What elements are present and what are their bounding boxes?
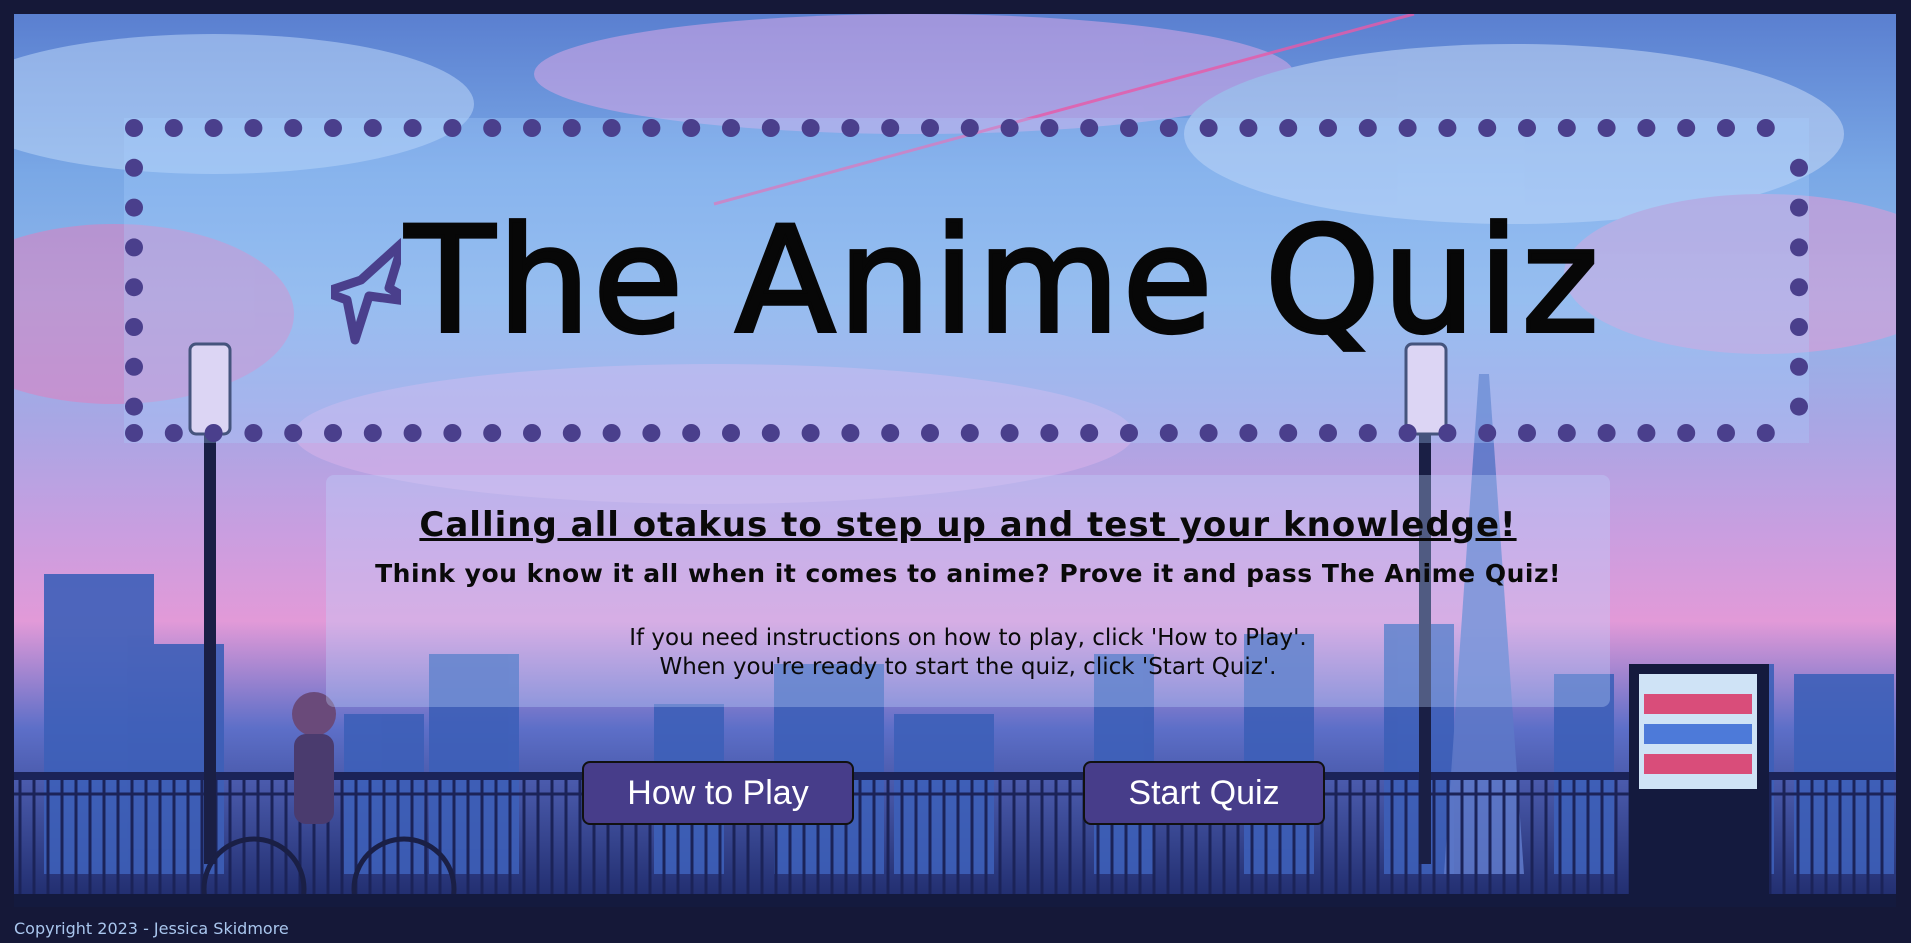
background-scene: The Anime Quiz Calling all otakus to ste… — [14, 14, 1896, 907]
page-title: The Anime Quiz — [403, 195, 1602, 366]
intro-subline: Think you know it all when it comes to a… — [375, 559, 1561, 588]
copyright-footer: Copyright 2023 - Jessica Skidmore — [14, 919, 289, 938]
intro-panel: Calling all otakus to step up and test y… — [326, 475, 1610, 707]
instructions-text: If you need instructions on how to play,… — [326, 624, 1610, 682]
instruction-line-2: When you're ready to start the quiz, cli… — [659, 654, 1277, 680]
start-quiz-button[interactable]: Start Quiz — [1083, 761, 1325, 825]
how-to-play-button[interactable]: How to Play — [582, 761, 854, 825]
intro-headline: Calling all otakus to step up and test y… — [419, 505, 1517, 545]
title-banner: The Anime Quiz — [124, 118, 1809, 443]
instruction-line-1: If you need instructions on how to play,… — [629, 625, 1307, 651]
star-icon — [331, 237, 402, 344]
